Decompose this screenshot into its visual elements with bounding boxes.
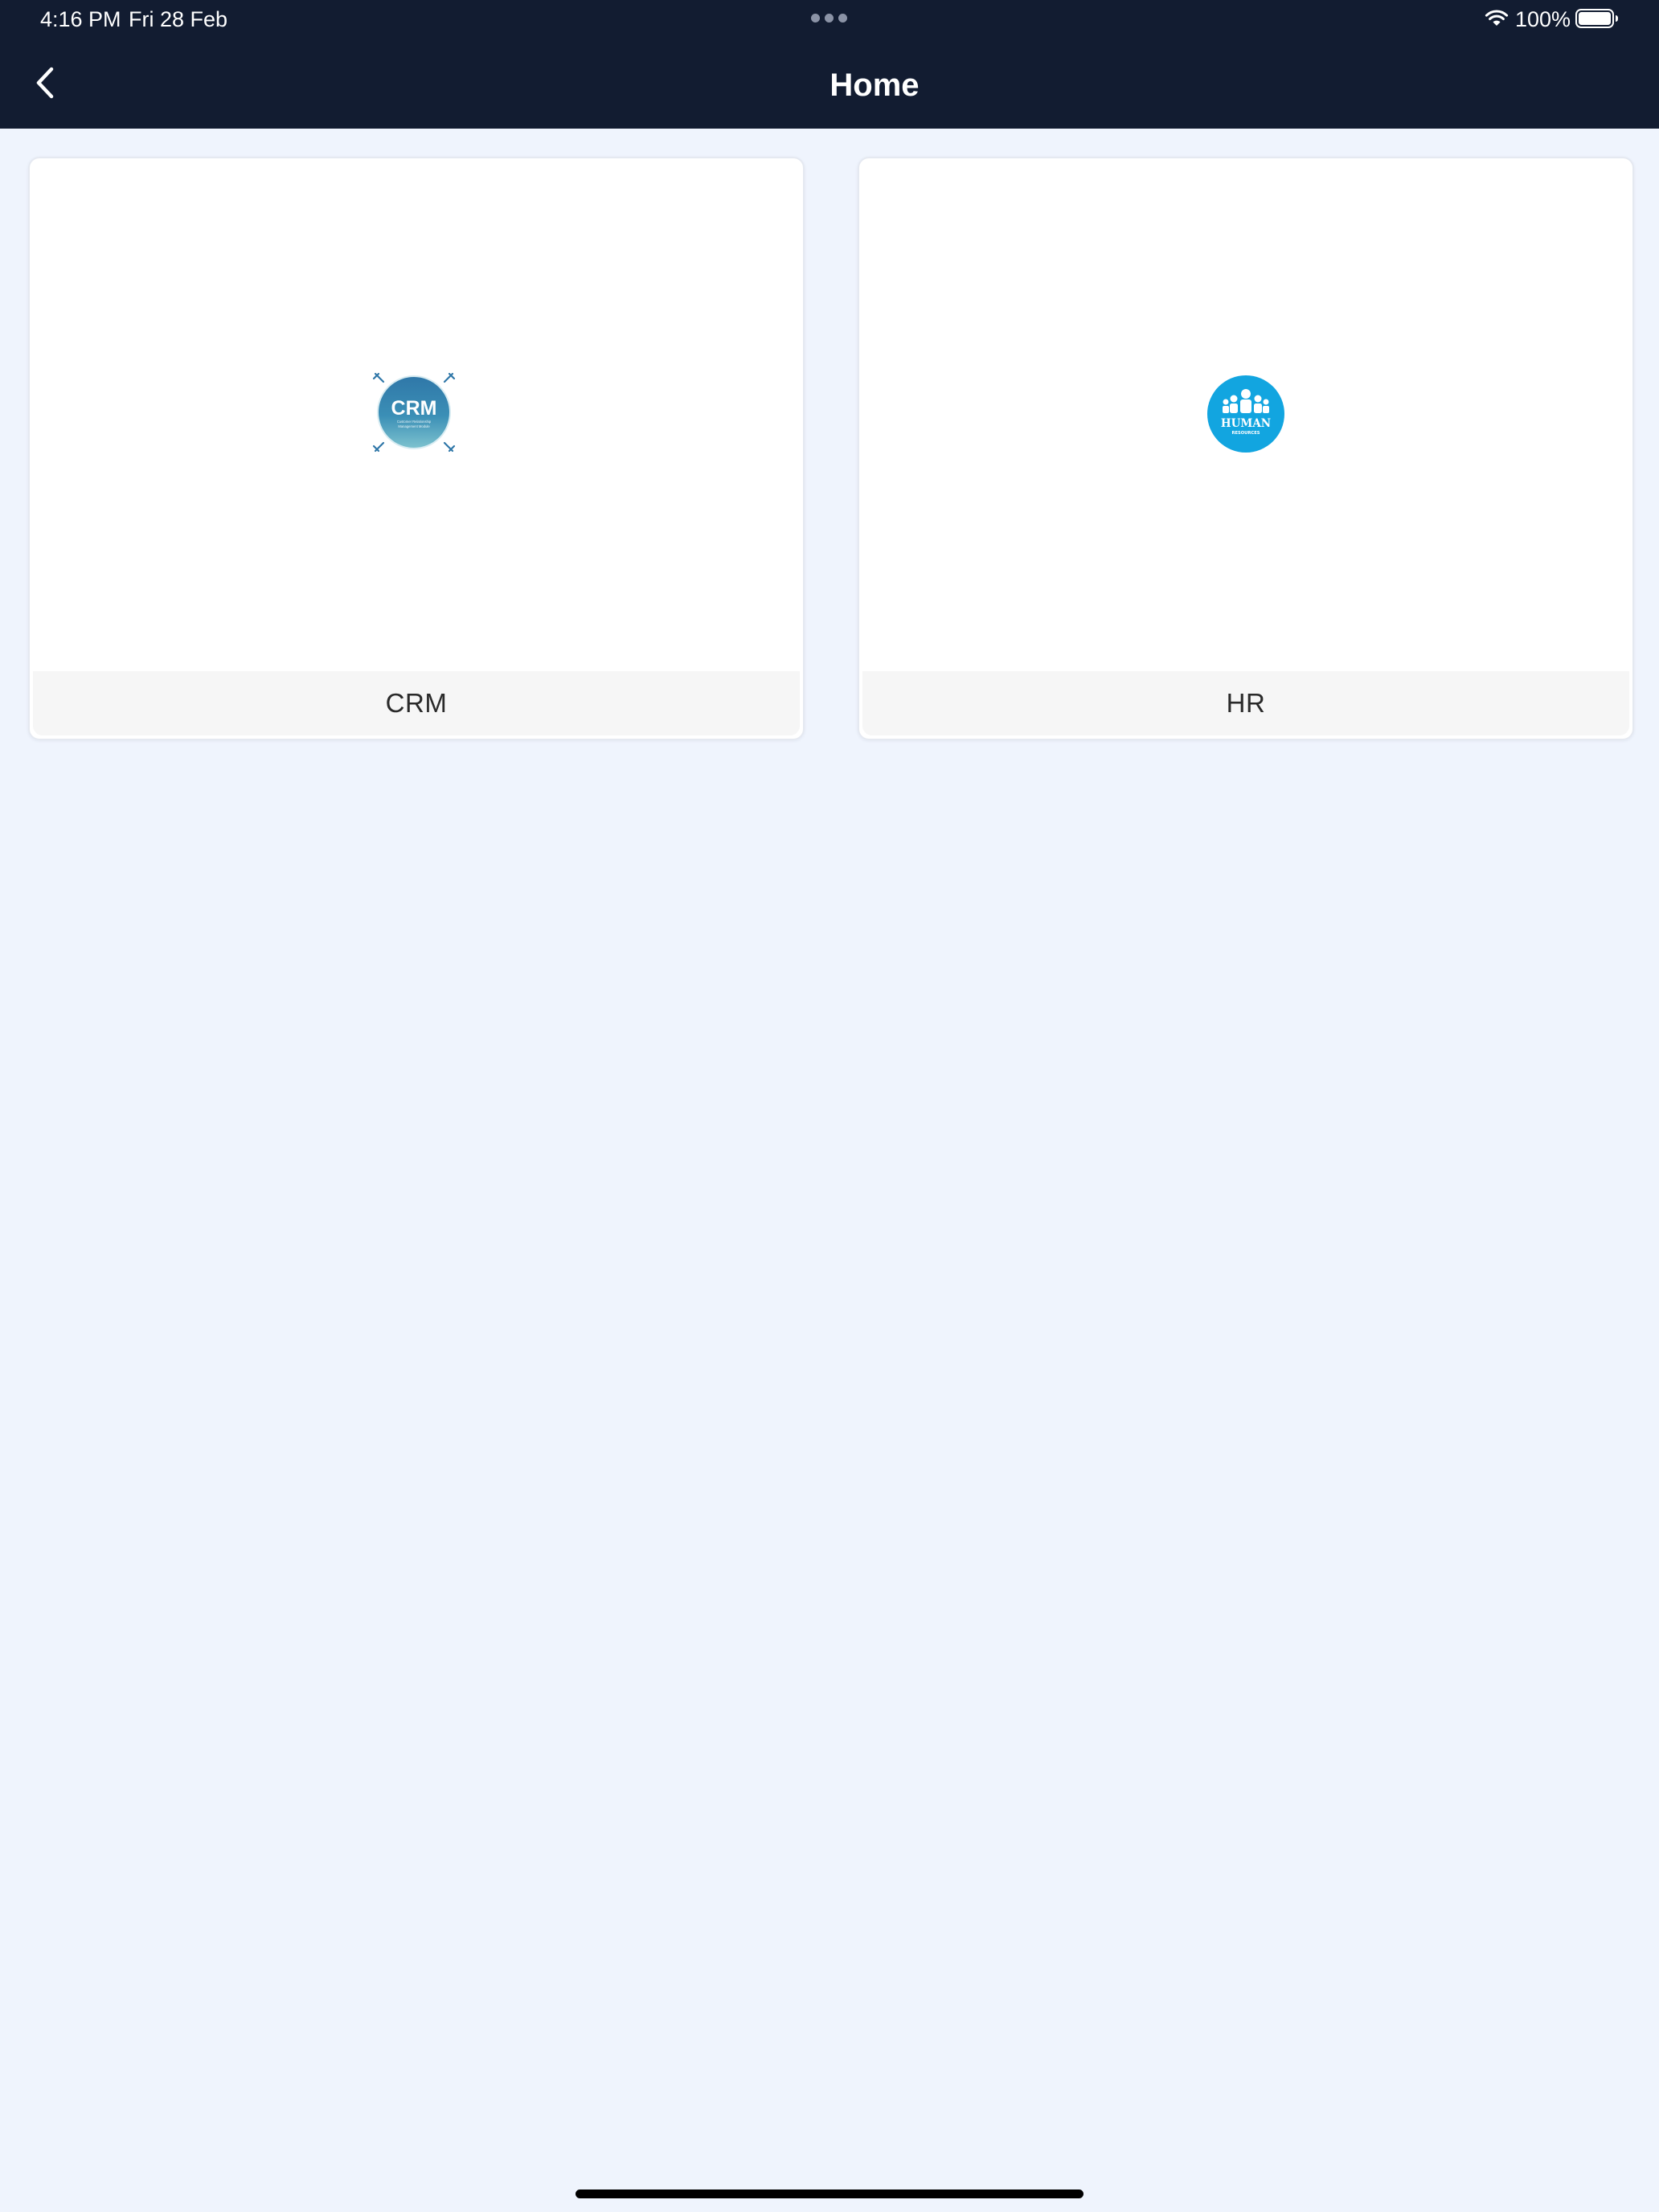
app-card-footer: CRM (33, 671, 800, 735)
status-date: Fri 28 Feb (129, 7, 228, 31)
app-card-image: HUMAN RESOURCES (859, 158, 1632, 671)
svg-text:HUMAN: HUMAN (1221, 417, 1271, 430)
app-card-label: CRM (385, 688, 448, 718)
svg-text:Management Module: Management Module (398, 424, 430, 428)
top-bar: 4:16 PM Fri 28 Feb 100% Home (0, 0, 1659, 129)
crm-logo-icon: CRM Customer Relationship Management Mod… (372, 372, 456, 453)
wifi-icon (1485, 10, 1509, 26)
app-card-hr[interactable]: HUMAN RESOURCES HR (858, 157, 1634, 740)
page-title: Home (830, 68, 920, 103)
battery-percentage: 100% (1515, 7, 1571, 31)
svg-text:Customer Relationship: Customer Relationship (397, 420, 432, 424)
app-card-crm[interactable]: CRM Customer Relationship Management Mod… (28, 157, 805, 740)
svg-text:CRM: CRM (391, 397, 437, 420)
status-time: 4:16 PM (40, 7, 121, 31)
svg-text:RESOURCES: RESOURCES (1232, 431, 1260, 436)
app-card-footer: HR (862, 671, 1629, 735)
battery-icon (1575, 9, 1618, 28)
hr-logo-icon: HUMAN RESOURCES (1207, 375, 1284, 453)
multitasking-dots-icon[interactable] (811, 14, 848, 23)
app-card-image: CRM Customer Relationship Management Mod… (30, 158, 803, 671)
home-indicator[interactable] (576, 2189, 1083, 2198)
app-card-label: HR (1226, 688, 1266, 718)
